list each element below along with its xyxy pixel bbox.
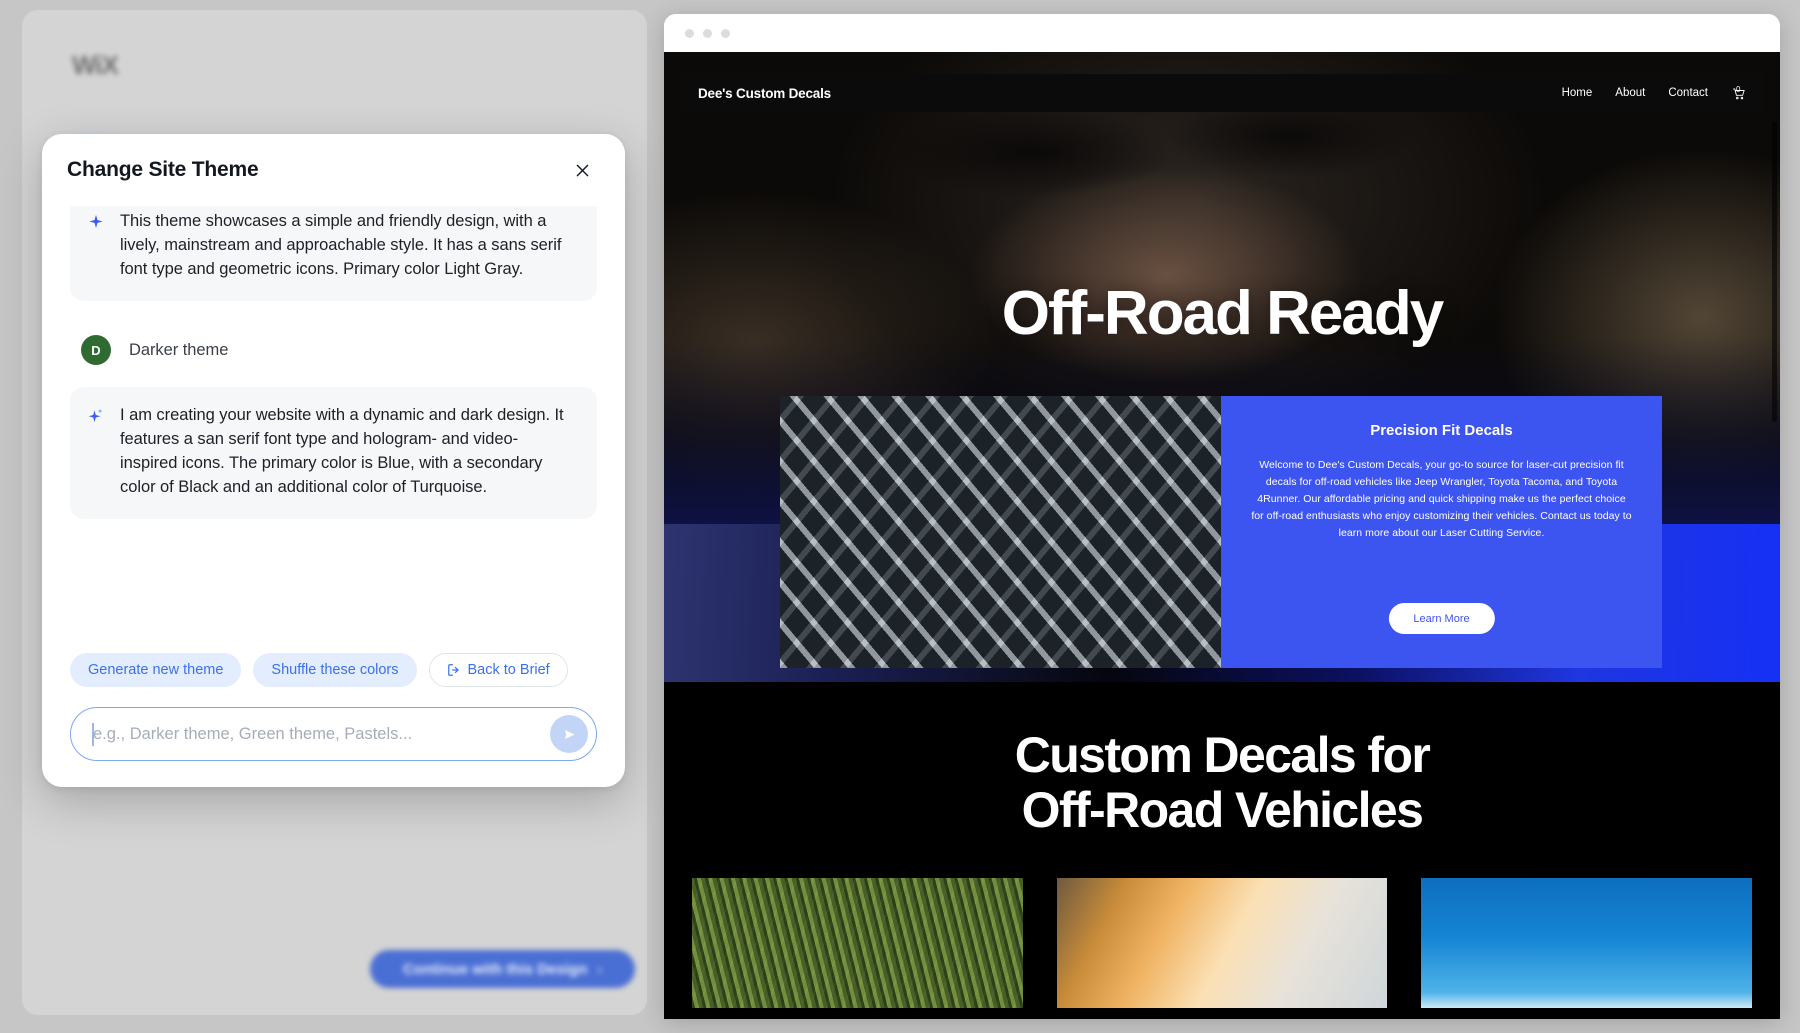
nav-link-about[interactable]: About bbox=[1615, 87, 1645, 99]
exit-icon bbox=[447, 663, 461, 677]
shuffle-these-colors-button[interactable]: Shuffle these colors bbox=[253, 653, 417, 687]
feature-row: Precision Fit Decals Welcome to Dee's Cu… bbox=[780, 396, 1662, 668]
continue-with-design-button[interactable]: Continue with this Design › bbox=[370, 950, 635, 988]
continue-button-label: Continue with this Design bbox=[403, 960, 588, 978]
generate-new-theme-button[interactable]: Generate new theme bbox=[70, 653, 242, 687]
composer[interactable] bbox=[70, 707, 597, 761]
close-icon[interactable] bbox=[567, 155, 597, 185]
modal-footer: Generate new theme Shuffle these colors … bbox=[42, 653, 625, 787]
sky-thumbnail[interactable] bbox=[1421, 878, 1753, 1008]
assistant-message: I am creating your website with a dynami… bbox=[70, 387, 597, 520]
text-caret bbox=[92, 723, 94, 746]
send-button[interactable] bbox=[550, 715, 588, 753]
back-to-brief-label: Back to Brief bbox=[467, 662, 550, 678]
page-title: Change Site Theme bbox=[67, 158, 259, 181]
learn-more-button[interactable]: Learn More bbox=[1388, 603, 1495, 634]
foliage-thumbnail[interactable] bbox=[692, 878, 1023, 1008]
assistant-message-text: This theme showcases a simple and friend… bbox=[120, 212, 562, 278]
assistant-message: This theme showcases a simple and friend… bbox=[70, 206, 597, 302]
dark-section: Custom Decals for Off-Road Vehicles bbox=[664, 682, 1780, 1019]
site-nav-links: Home About Contact 0 bbox=[1562, 84, 1746, 101]
avatar: D bbox=[81, 335, 111, 366]
nav-link-contact[interactable]: Contact bbox=[1668, 87, 1708, 99]
section-title-line-2: Off-Road Vehicles bbox=[1021, 782, 1424, 838]
cart-icon[interactable]: 0 bbox=[1731, 84, 1746, 101]
screen-root: WiX Continue with this Design › Change S… bbox=[0, 0, 1800, 1033]
back-to-brief-button[interactable]: Back to Brief bbox=[428, 653, 568, 687]
message-list[interactable]: This theme showcases a simple and friend… bbox=[42, 206, 625, 653]
wix-logo: WiX bbox=[72, 50, 119, 80]
preview-scrollbar[interactable] bbox=[1772, 122, 1777, 1002]
sparkle-icon bbox=[87, 210, 105, 281]
feature-card-title: Precision Fit Decals bbox=[1370, 422, 1513, 439]
nav-link-home[interactable]: Home bbox=[1562, 87, 1593, 99]
generate-new-theme-label: Generate new theme bbox=[88, 662, 224, 678]
section-title-line-1: Custom Decals for bbox=[1014, 727, 1431, 783]
sparkle-icon bbox=[87, 404, 105, 499]
site-preview: Dee's Custom Decals Home About Contact 0 bbox=[664, 14, 1780, 1019]
thumbnail-row bbox=[664, 838, 1780, 1008]
site-navbar: Dee's Custom Decals Home About Contact 0 bbox=[680, 74, 1764, 112]
browser-chrome-bar bbox=[664, 14, 1780, 52]
cart-count-badge: 0 bbox=[1736, 84, 1741, 94]
window-dot-maximize-icon bbox=[721, 28, 730, 38]
shuffle-these-colors-label: Shuffle these colors bbox=[271, 662, 399, 678]
scrollbar-thumb[interactable] bbox=[1772, 122, 1777, 422]
feature-card: Precision Fit Decals Welcome to Dee's Cu… bbox=[1221, 396, 1662, 668]
modal-header: Change Site Theme bbox=[42, 134, 625, 206]
section-title: Custom Decals for Off-Road Vehicles bbox=[664, 682, 1780, 838]
change-site-theme-modal: Change Site Theme This theme showcases a… bbox=[42, 134, 625, 787]
user-message: D Darker theme bbox=[70, 311, 597, 387]
window-dot-minimize-icon bbox=[703, 28, 712, 38]
site-brand: Dee's Custom Decals bbox=[698, 85, 831, 101]
window-dot-close-icon bbox=[685, 28, 694, 38]
workshop-thumbnail[interactable] bbox=[1056, 878, 1388, 1008]
user-message-text: Darker theme bbox=[129, 340, 229, 359]
feature-card-body: Welcome to Dee's Custom Decals, your go-… bbox=[1251, 459, 1632, 539]
assistant-message-text: I am creating your website with a dynami… bbox=[120, 406, 564, 496]
suggestion-chip-row: Generate new theme Shuffle these colors … bbox=[70, 653, 597, 687]
chevron-right-icon: › bbox=[597, 961, 602, 977]
hero-title: Off-Road Ready bbox=[1001, 279, 1444, 348]
decal-lattice-image bbox=[780, 396, 1221, 668]
site-canvas: Dee's Custom Decals Home About Contact 0 bbox=[664, 52, 1780, 1019]
theme-prompt-input[interactable] bbox=[93, 724, 550, 744]
